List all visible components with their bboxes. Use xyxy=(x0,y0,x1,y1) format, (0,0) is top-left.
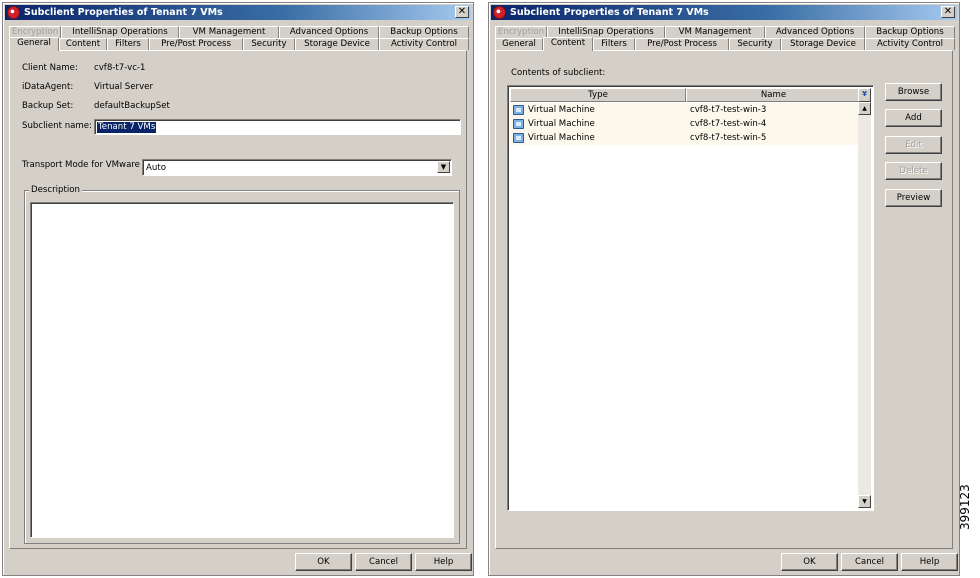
tab-pre-post-process[interactable]: Pre/Post Process xyxy=(149,38,243,50)
vertical-scrollbar[interactable]: ▲ ▼ xyxy=(858,102,871,508)
client-name-label: Client Name: xyxy=(22,63,78,73)
description-group: Description xyxy=(24,185,460,544)
row-name: cvf8-t7-test-win-4 xyxy=(690,119,767,129)
tab-backup-options[interactable]: Backup Options xyxy=(379,26,469,38)
browse-button[interactable]: Browse xyxy=(885,83,942,101)
column-chooser-icon[interactable]: ¥ xyxy=(858,88,871,102)
subclient-content-list[interactable]: Type Name ¥ Virtual Machine cvf8-t7-test… xyxy=(507,85,874,511)
tab-security[interactable]: Security xyxy=(729,38,781,50)
tab-backup-options[interactable]: Backup Options xyxy=(865,26,955,38)
subclient-properties-dialog-general: Subclient Properties of Tenant 7 VMs ✕ E… xyxy=(2,2,474,576)
tab-row-top: Encryption IntelliSnap Operations VM Man… xyxy=(9,26,469,38)
virtual-machine-icon xyxy=(513,133,524,143)
app-logo-icon xyxy=(493,6,506,19)
scroll-up-icon[interactable]: ▲ xyxy=(858,102,871,115)
tab-pre-post-process[interactable]: Pre/Post Process xyxy=(635,38,729,50)
list-item[interactable]: Virtual Machine cvf8-t7-test-win-5 xyxy=(510,131,859,145)
title-bar[interactable]: Subclient Properties of Tenant 7 VMs ✕ xyxy=(491,5,957,20)
row-name: cvf8-t7-test-win-5 xyxy=(690,133,767,143)
chevron-down-icon[interactable]: ▼ xyxy=(437,161,450,173)
list-item[interactable]: Virtual Machine cvf8-t7-test-win-3 xyxy=(510,103,859,117)
virtual-machine-icon xyxy=(513,119,524,129)
tab-filters[interactable]: Filters xyxy=(593,38,635,50)
transport-mode-value: Auto xyxy=(146,163,166,173)
list-item[interactable]: Virtual Machine cvf8-t7-test-win-4 xyxy=(510,117,859,131)
tab-storage-device[interactable]: Storage Device xyxy=(295,38,379,50)
cancel-button[interactable]: Cancel xyxy=(841,553,898,571)
tab-activity-control[interactable]: Activity Control xyxy=(379,38,469,50)
preview-button[interactable]: Preview xyxy=(885,189,942,207)
description-label: Description xyxy=(29,185,82,195)
row-type: Virtual Machine xyxy=(528,105,595,115)
edit-button: Edit xyxy=(885,136,942,154)
add-button[interactable]: Add xyxy=(885,109,942,127)
tab-intellisnap-operations[interactable]: IntelliSnap Operations xyxy=(61,26,179,38)
tab-advanced-options[interactable]: Advanced Options xyxy=(279,26,379,38)
tab-row-bottom: General Content Filters Pre/Post Process… xyxy=(495,37,955,51)
cancel-button[interactable]: Cancel xyxy=(355,553,412,571)
title-bar[interactable]: Subclient Properties of Tenant 7 VMs ✕ xyxy=(5,5,471,20)
subclient-name-label: Subclient name: xyxy=(22,121,92,131)
tab-filters[interactable]: Filters xyxy=(107,38,149,50)
scroll-down-icon[interactable]: ▼ xyxy=(858,495,871,508)
subclient-name-input[interactable]: Tenant 7 VMs xyxy=(94,119,461,135)
tab-vm-management[interactable]: VM Management xyxy=(665,26,765,38)
tab-content[interactable]: Content xyxy=(59,38,107,50)
contents-of-subclient-label: Contents of subclient: xyxy=(511,68,606,78)
column-header-type[interactable]: Type xyxy=(510,88,686,102)
idataagent-label: iDataAgent: xyxy=(22,82,74,92)
tab-vm-management[interactable]: VM Management xyxy=(179,26,279,38)
help-button[interactable]: Help xyxy=(415,553,472,571)
row-type: Virtual Machine xyxy=(528,119,595,129)
tab-row-bottom: General Content Filters Pre/Post Process… xyxy=(9,37,469,51)
tab-security[interactable]: Security xyxy=(243,38,295,50)
backup-set-label: Backup Set: xyxy=(22,101,74,111)
client-name-value: cvf8-t7-vc-1 xyxy=(94,63,146,73)
tab-encryption: Encryption xyxy=(495,26,547,38)
tab-general[interactable]: General xyxy=(495,38,543,50)
tab-activity-control[interactable]: Activity Control xyxy=(865,38,955,50)
subclient-properties-dialog-content: Subclient Properties of Tenant 7 VMs ✕ E… xyxy=(488,2,960,576)
description-textarea[interactable] xyxy=(30,202,454,538)
virtual-machine-icon xyxy=(513,105,524,115)
column-header-name[interactable]: Name xyxy=(686,88,861,102)
delete-button: Delete xyxy=(885,162,942,180)
help-button[interactable]: Help xyxy=(901,553,958,571)
list-header: Type Name xyxy=(510,88,861,102)
close-button[interactable]: ✕ xyxy=(455,6,469,18)
window-title: Subclient Properties of Tenant 7 VMs xyxy=(24,7,223,18)
idataagent-value: Virtual Server xyxy=(94,82,153,92)
transport-mode-select[interactable]: Auto ▼ xyxy=(142,159,452,176)
window-title: Subclient Properties of Tenant 7 VMs xyxy=(510,7,709,18)
ok-button[interactable]: OK xyxy=(781,553,838,571)
tab-storage-device[interactable]: Storage Device xyxy=(781,38,865,50)
tab-general[interactable]: General xyxy=(9,37,59,51)
tab-content[interactable]: Content xyxy=(543,37,593,51)
backup-set-value: defaultBackupSet xyxy=(94,101,170,111)
row-type: Virtual Machine xyxy=(528,133,595,143)
tab-advanced-options[interactable]: Advanced Options xyxy=(765,26,865,38)
row-name: cvf8-t7-test-win-3 xyxy=(690,105,767,115)
close-button[interactable]: ✕ xyxy=(941,6,955,18)
app-logo-icon xyxy=(7,6,20,19)
transport-mode-label: Transport Mode for VMware xyxy=(22,160,140,170)
figure-number: 399123 xyxy=(958,484,972,530)
general-tab-panel: Client Name: cvf8-t7-vc-1 iDataAgent: Vi… xyxy=(9,50,467,549)
ok-button[interactable]: OK xyxy=(295,553,352,571)
subclient-name-text: Tenant 7 VMs xyxy=(97,122,157,133)
